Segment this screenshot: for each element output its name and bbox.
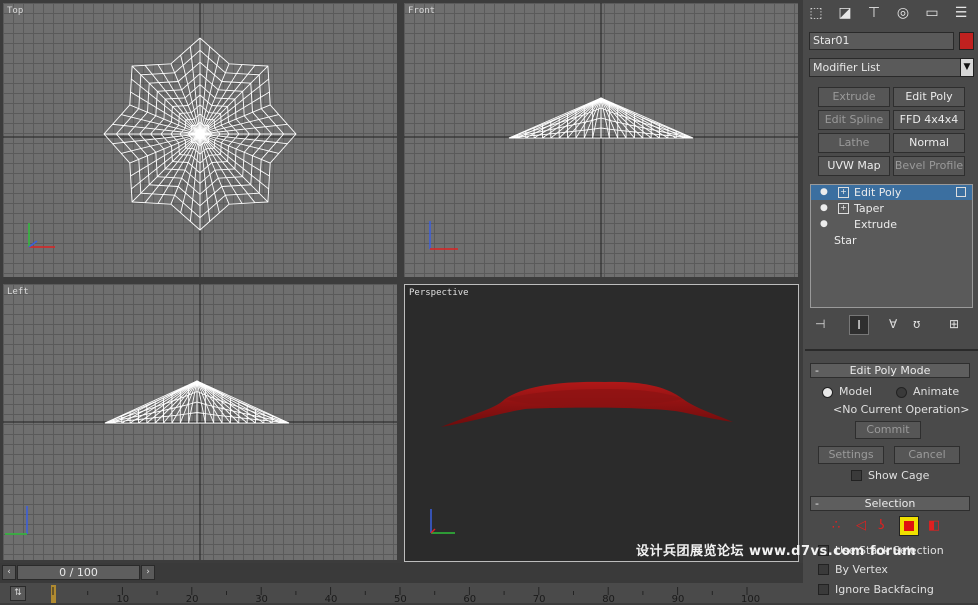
polygon-square: [904, 521, 914, 531]
watermark: 设计兵团展览论坛 www.d7vs.com forum: [636, 544, 917, 559]
time-slider-left-arrow[interactable]: ‹: [2, 565, 16, 580]
utilities-tab-icon[interactable]: ☰: [950, 3, 972, 23]
viewport-front[interactable]: Front: [404, 3, 798, 277]
show-end-result-icon[interactable]: I: [849, 315, 869, 335]
modifier-list-dropdown[interactable]: Modifier List: [809, 58, 961, 77]
make-unique-icon[interactable]: ∀: [889, 317, 897, 331]
object-name-field[interactable]: Star01: [809, 32, 954, 50]
track-bar-tick-label: 10: [116, 594, 130, 605]
axis-gizmo-left: [5, 506, 28, 535]
stack-label: Edit Poly: [854, 186, 902, 199]
stack-tools: ⊣ I ∀ ʊ ⊞: [809, 315, 974, 337]
modifier-button-extrude[interactable]: Extrude: [818, 87, 890, 107]
divider: [805, 349, 978, 351]
track-bar-tick-label: 20: [185, 594, 199, 605]
dome-wireframe-left: [3, 284, 397, 560]
stack-label: Star: [834, 234, 857, 247]
commit-button[interactable]: Commit: [855, 421, 921, 439]
track-bar-tick-label: 60: [463, 594, 477, 605]
stack-item-edit-poly[interactable]: ● + Edit Poly: [811, 185, 972, 200]
model-radio[interactable]: [822, 387, 833, 398]
border-icon[interactable]: ʖ: [878, 518, 885, 533]
ignore-backfacing-label[interactable]: Ignore Backfacing: [835, 583, 934, 596]
expand-icon[interactable]: +: [838, 187, 849, 198]
stack-item-taper[interactable]: ● + Taper: [811, 201, 972, 216]
track-bar-tick-label: 100: [741, 594, 761, 605]
stack-label: Extrude: [854, 218, 898, 231]
track-bar-tick-label: 90: [671, 594, 685, 605]
modifier-button-lathe[interactable]: Lathe: [818, 133, 890, 153]
modifier-button-edit-poly[interactable]: Edit Poly: [893, 87, 965, 107]
red-mesh-perspective: [430, 381, 733, 534]
vertex-icon[interactable]: ∴: [832, 518, 840, 533]
stack-toggle-icon[interactable]: [956, 187, 966, 197]
hierarchy-tab-icon[interactable]: ⊤: [863, 3, 885, 23]
dome-wireframe-front: [404, 3, 798, 277]
axis-gizmo-front: [429, 221, 458, 250]
time-slider-bar: ‹ 0 / 100 ›: [0, 563, 803, 583]
configure-modifier-sets-icon[interactable]: ⊞: [949, 317, 959, 331]
lightbulb-icon[interactable]: ●: [820, 185, 828, 200]
model-label[interactable]: Model: [839, 385, 872, 398]
track-bar-tick-label: 70: [532, 594, 546, 605]
show-cage-checkbox[interactable]: [851, 470, 862, 481]
settings-button[interactable]: Settings: [818, 446, 884, 464]
axis-gizmo-perspective: [430, 509, 455, 534]
edit-poly-mode-rollout[interactable]: - Edit Poly Mode: [810, 363, 970, 378]
viewport-top[interactable]: Top: [3, 3, 397, 277]
command-panel: ⬚ ◪ ⊤ ◎ ▭ ☰ Star01 Modifier List ▼ Extru…: [803, 0, 978, 603]
track-bar-tick-label: 80: [602, 594, 615, 605]
collapse-icon[interactable]: -: [815, 497, 819, 510]
subobject-icons: ∴ ◁ ʖ ◧: [828, 516, 958, 538]
stack-item-star[interactable]: Star: [811, 233, 972, 248]
modifier-button-edit-spline[interactable]: Edit Spline: [818, 110, 890, 130]
viewport-perspective[interactable]: Perspective: [404, 284, 799, 562]
create-tab-icon[interactable]: ⬚: [805, 3, 827, 23]
current-operation-label: <No Current Operation>: [833, 403, 970, 416]
dropdown-arrow-icon[interactable]: ▼: [960, 58, 974, 77]
lightbulb-icon[interactable]: ●: [820, 217, 828, 232]
cancel-button[interactable]: Cancel: [894, 446, 960, 464]
stack-label: Taper: [854, 202, 884, 215]
rollout-title: Edit Poly Mode: [849, 364, 931, 377]
rollout-title: Selection: [864, 497, 916, 510]
motion-tab-icon[interactable]: ◎: [892, 3, 914, 23]
viewport-left[interactable]: Left: [3, 284, 397, 560]
by-vertex-label[interactable]: By Vertex: [835, 563, 888, 576]
axis-gizmo-top: [28, 223, 55, 248]
expand-icon[interactable]: +: [838, 203, 849, 214]
polygon-icon[interactable]: [899, 516, 919, 536]
time-slider-thumb[interactable]: 0 / 100: [17, 565, 140, 580]
modifier-button-bevel-profile[interactable]: Bevel Profile: [893, 156, 965, 176]
collapse-icon[interactable]: -: [815, 364, 819, 377]
animate-label[interactable]: Animate: [913, 385, 959, 398]
ignore-backfacing-checkbox[interactable]: [818, 584, 829, 595]
modifier-button-uvw-map[interactable]: UVW Map: [818, 156, 890, 176]
remove-modifier-icon[interactable]: ʊ: [913, 317, 920, 331]
star-wireframe-top: [3, 3, 397, 277]
modifier-button-normal[interactable]: Normal: [893, 133, 965, 153]
edge-icon[interactable]: ◁: [856, 518, 866, 533]
show-cage-label[interactable]: Show Cage: [868, 469, 929, 482]
modifier-stack[interactable]: ● + Edit Poly ● + Taper ● Extrude Star: [810, 184, 973, 308]
track-bar-tick-label: 40: [324, 594, 338, 605]
display-tab-icon[interactable]: ▭: [921, 3, 943, 23]
selection-rollout[interactable]: - Selection: [810, 496, 970, 511]
lightbulb-icon[interactable]: ●: [820, 201, 828, 216]
modify-tab-icon[interactable]: ◪: [834, 3, 856, 23]
track-bar-tick-label: 30: [255, 594, 268, 605]
track-bar-tick-label: 50: [394, 594, 407, 605]
modifier-button-ffd-4x4x4[interactable]: FFD 4x4x4: [893, 110, 965, 130]
pin-stack-icon[interactable]: ⊣: [815, 317, 825, 331]
animate-radio[interactable]: [896, 387, 907, 398]
element-icon[interactable]: ◧: [928, 518, 940, 533]
command-panel-tabs: ⬚ ◪ ⊤ ◎ ▭ ☰: [803, 0, 978, 26]
stack-item-extrude[interactable]: ● Extrude: [811, 217, 972, 232]
by-vertex-checkbox[interactable]: [818, 564, 829, 575]
time-slider-right-arrow[interactable]: ›: [141, 565, 155, 580]
object-color-swatch[interactable]: [959, 32, 974, 50]
